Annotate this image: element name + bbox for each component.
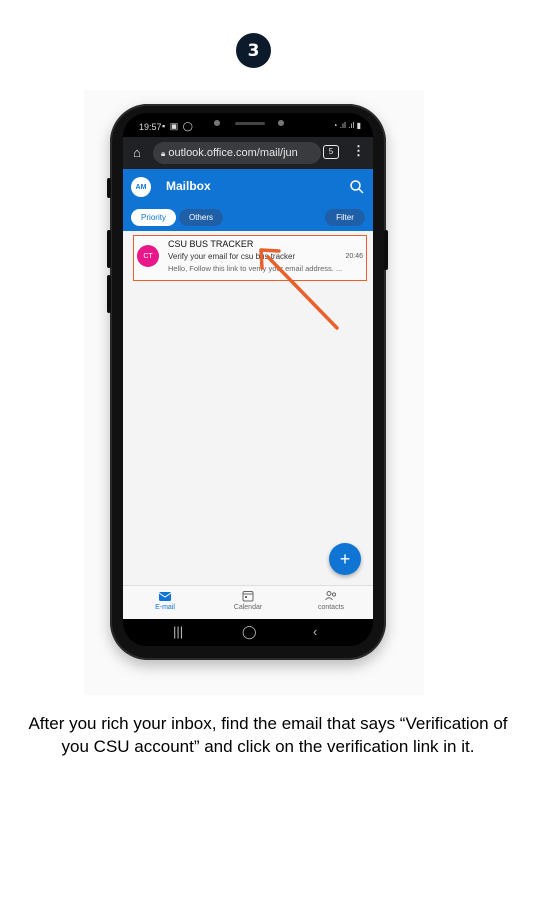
android-nav-bar: ||| ◯ ‹	[123, 619, 373, 646]
status-bar: 19:57 ▪ ▣ ◯ ◔ .ıl .ıl ▮	[123, 113, 373, 137]
notification-icons: ▪ ▣ ◯	[162, 121, 194, 131]
contacts-icon	[325, 591, 337, 601]
user-avatar[interactable]: AM	[131, 177, 151, 197]
tabs-count-button[interactable]: 5	[323, 145, 339, 159]
nav-calendar[interactable]: Calendar	[218, 590, 278, 611]
back-icon[interactable]: ‹	[313, 624, 317, 639]
nav-contacts[interactable]: contacts	[301, 590, 361, 611]
status-time: 19:57	[139, 122, 162, 132]
home-button-icon[interactable]: ◯	[242, 624, 257, 640]
power-button	[384, 230, 388, 270]
lock-icon: 🔒︎	[161, 149, 166, 158]
home-icon[interactable]: ⌂	[133, 145, 141, 160]
email-list: CT CSU BUS TRACKER Verify your email for…	[123, 231, 373, 585]
browser-toolbar: ⌂ 🔒︎ outlook.office.com/mail/jun 5 ⋮	[123, 137, 373, 169]
instruction-caption: After you rich your inbox, find the emai…	[28, 714, 508, 756]
nav-calendar-label: Calendar	[233, 604, 263, 611]
email-time: 20:46	[345, 253, 363, 260]
search-icon[interactable]	[349, 179, 365, 195]
volume-button	[107, 178, 111, 198]
email-list-item[interactable]: CT CSU BUS TRACKER Verify your email for…	[133, 235, 367, 281]
volume-down-button	[107, 230, 111, 268]
tab-others[interactable]: Others	[179, 209, 223, 226]
bottom-navigation: E-mail Calendar contacts	[123, 585, 373, 620]
overflow-menu-icon[interactable]: ⋮	[352, 143, 365, 159]
url-text: outlook.office.com/mail/jun	[168, 147, 298, 159]
mailbox-title: Mailbox	[166, 179, 211, 193]
email-subject: Verify your email for csu bus tracker	[168, 252, 296, 261]
nav-email-label: E-mail	[155, 604, 175, 611]
email-sender: CSU BUS TRACKER	[168, 239, 254, 249]
filter-button[interactable]: Filter	[325, 209, 365, 226]
tab-priority[interactable]: Priority	[131, 209, 176, 226]
nav-email[interactable]: E-mail	[135, 590, 195, 611]
email-preview: Hello, Follow this link to verify your e…	[168, 264, 343, 273]
address-bar[interactable]: 🔒︎ outlook.office.com/mail/jun	[153, 142, 321, 164]
sender-avatar: CT	[137, 245, 159, 267]
compose-button[interactable]: +	[329, 543, 361, 575]
calendar-icon	[242, 591, 254, 602]
nav-contacts-label: contacts	[317, 604, 345, 611]
front-camera-icon	[214, 120, 284, 126]
step-number-badge: 3	[236, 33, 271, 68]
mailbox-header: AM Mailbox Priority Others Filter	[123, 169, 373, 231]
mail-icon	[158, 592, 172, 601]
phone-screen: 19:57 ▪ ▣ ◯ ◔ .ıl .ıl ▮ ⌂ 🔒︎ outlook.off…	[123, 113, 373, 646]
signal-battery-icon: ◔ .ıl .ıl ▮	[332, 121, 361, 130]
bixby-button	[107, 275, 111, 313]
recent-apps-icon[interactable]: |||	[173, 624, 183, 639]
